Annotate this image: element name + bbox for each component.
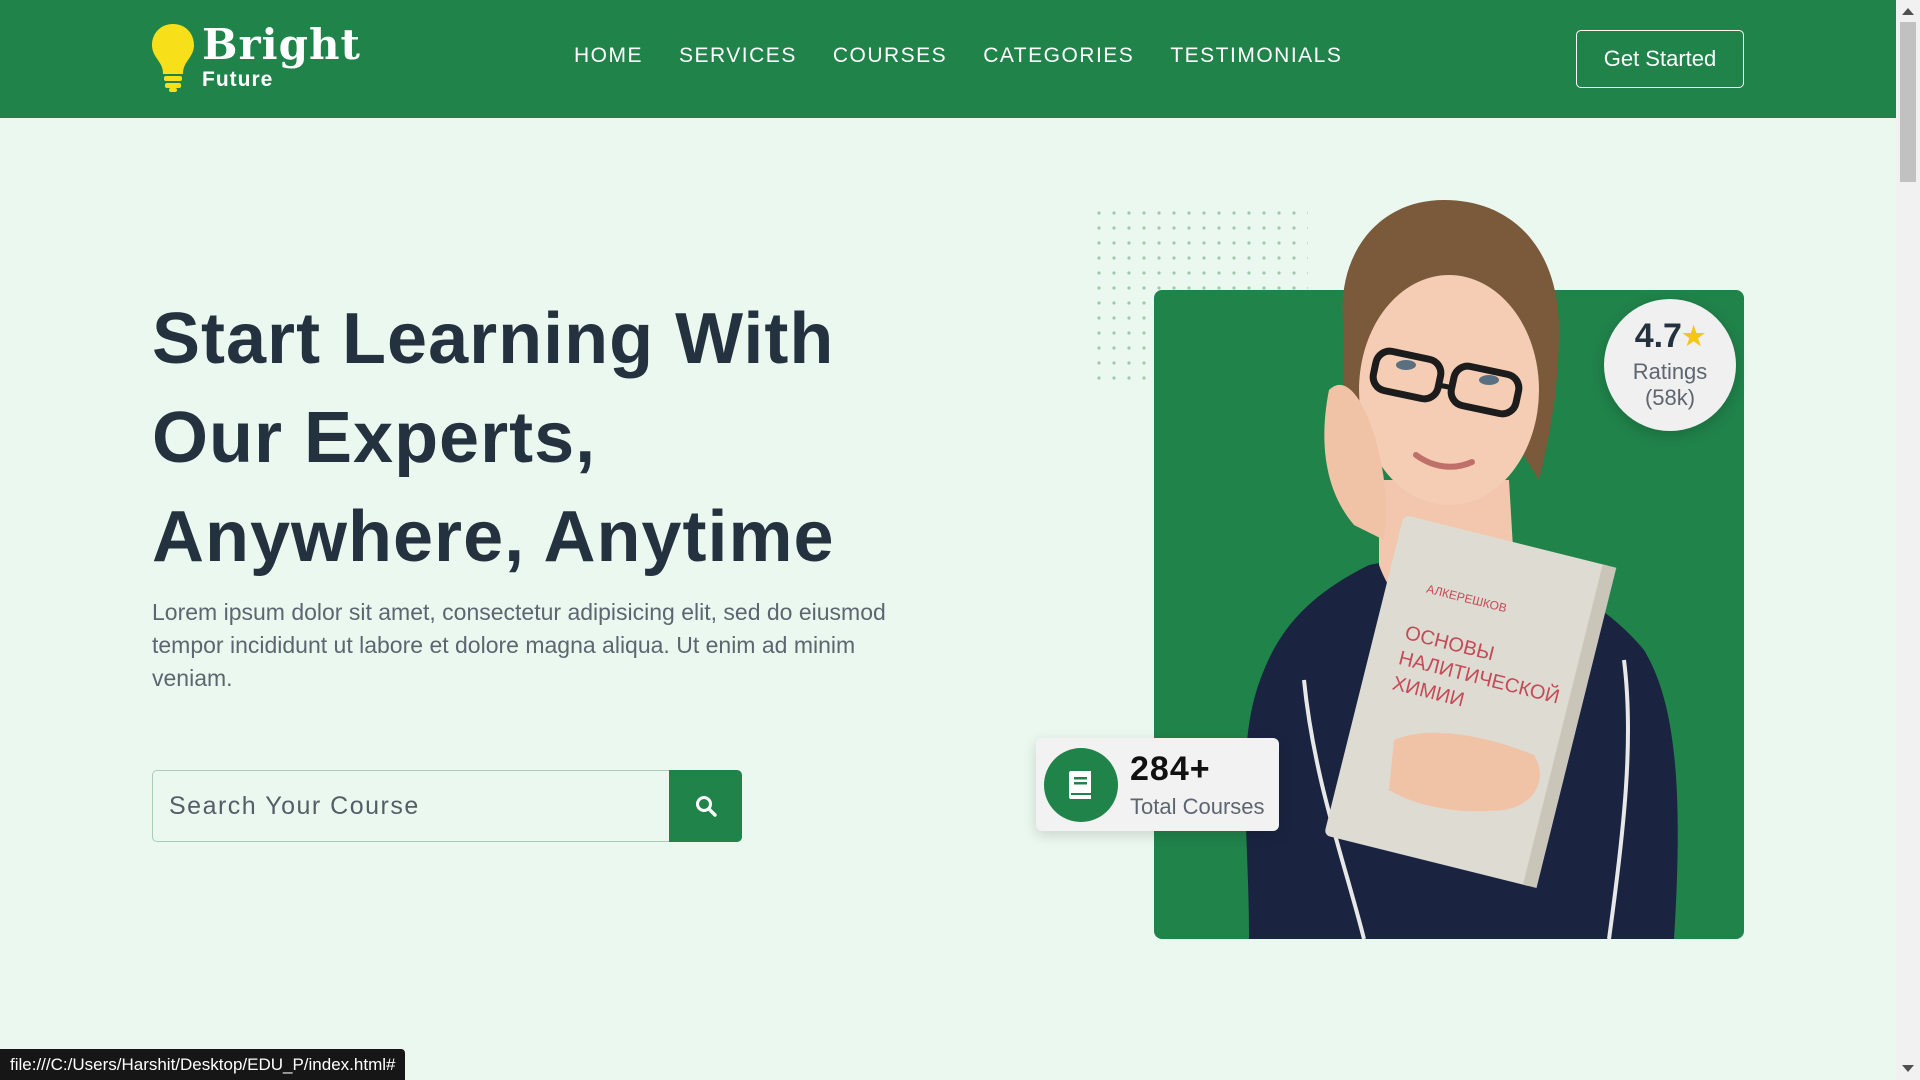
- nav-link-home[interactable]: HOME: [574, 44, 643, 68]
- brand-name: Bright: [202, 20, 361, 69]
- nav-link-testimonials[interactable]: TESTIMONIALS: [1170, 44, 1342, 68]
- courses-count: 284+: [1130, 750, 1211, 788]
- scroll-thumb[interactable]: [1900, 22, 1916, 182]
- lightbulb-icon: [152, 24, 194, 92]
- scroll-down-arrow-icon[interactable]: [1902, 1065, 1914, 1072]
- vertical-scrollbar[interactable]: [1896, 0, 1920, 1080]
- rating-value: 4.7★: [1604, 317, 1736, 356]
- nav-link-categories[interactable]: CATEGORIES: [983, 44, 1134, 68]
- star-icon: ★: [1681, 321, 1706, 351]
- total-courses-badge: 284+ Total Courses: [1036, 738, 1279, 831]
- book-icon: [1069, 771, 1091, 799]
- nav-link-courses[interactable]: COURSES: [833, 44, 947, 68]
- rating-number: 4.7: [1634, 317, 1682, 355]
- search-button[interactable]: [669, 770, 742, 842]
- hero-title-line: Our Experts,: [152, 398, 597, 478]
- status-bar-url: file:///C:/Users/Harshit/Desktop/EDU_P/i…: [0, 1049, 406, 1080]
- main-nav: HOME SERVICES COURSES CATEGORIES TESTIMO…: [574, 44, 1342, 68]
- hero-title-line: Start Learning With: [152, 299, 835, 379]
- search-input[interactable]: [152, 770, 669, 842]
- search-icon: [695, 796, 717, 817]
- brand-logo[interactable]: Bright Future: [150, 20, 360, 96]
- rating-label: Ratings (58k): [1604, 359, 1736, 411]
- course-search: [152, 770, 742, 842]
- rating-badge: 4.7★ Ratings (58k): [1604, 299, 1736, 431]
- scroll-up-arrow-icon[interactable]: [1902, 8, 1914, 15]
- hero-title-line: Anywhere, Anytime: [152, 497, 835, 577]
- book-icon-circle: [1044, 748, 1118, 822]
- navbar: Bright Future HOME SERVICES COURSES CATE…: [0, 0, 1896, 118]
- get-started-button[interactable]: Get Started: [1576, 30, 1744, 88]
- rating-count: (58k): [1644, 385, 1696, 410]
- hero-description: Lorem ipsum dolor sit amet, consectetur …: [152, 599, 886, 691]
- rating-text: Ratings: [1632, 359, 1708, 384]
- hero-title: Start Learning With Our Experts, Anywher…: [152, 290, 952, 587]
- brand-tagline: Future: [202, 68, 274, 91]
- courses-label: Total Courses: [1130, 794, 1265, 819]
- nav-link-services[interactable]: SERVICES: [679, 44, 797, 68]
